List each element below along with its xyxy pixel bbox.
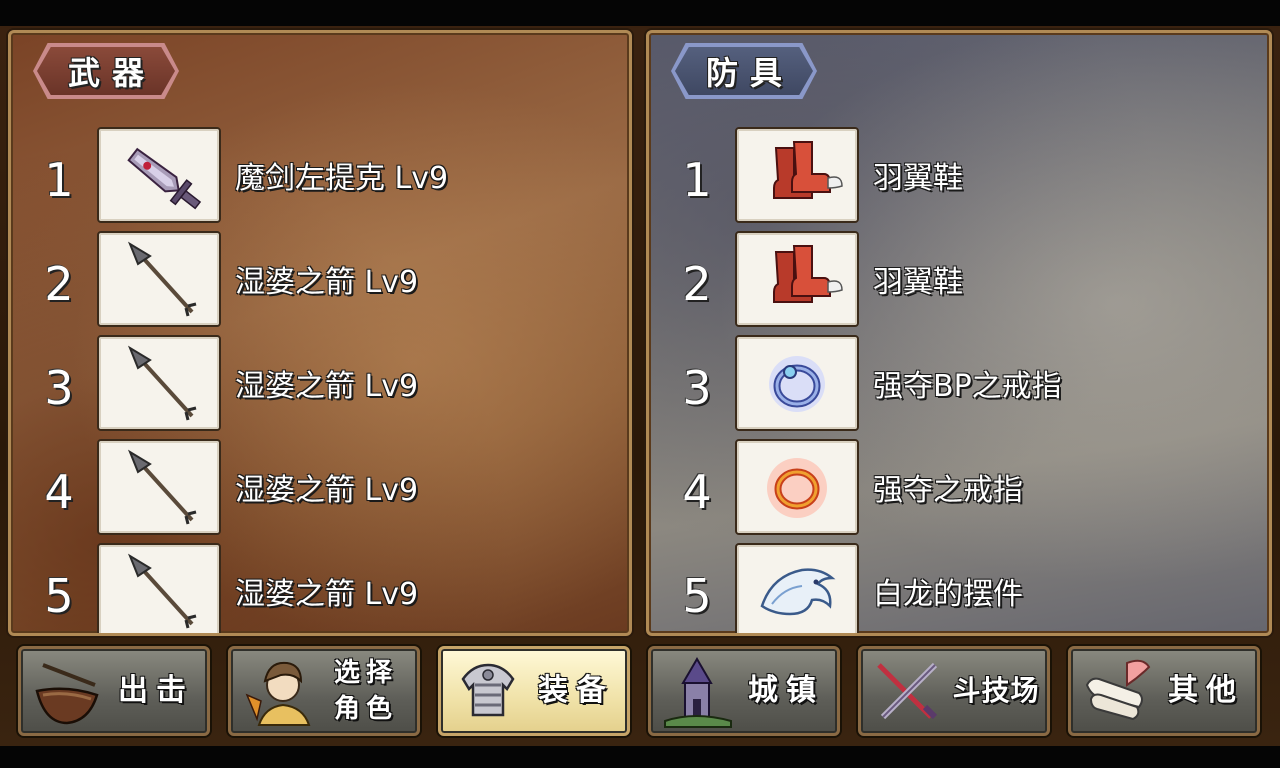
town-castle-icon (659, 655, 737, 729)
nav-town-label: 城镇 (748, 673, 824, 708)
nav-sortie-button[interactable]: 出击 (18, 646, 210, 736)
nav-other-button[interactable]: 其他 (1068, 646, 1260, 736)
weapon-slot-1[interactable]: 1 魔剑左提克 Lv9 (11, 127, 611, 231)
nav-select-character-label: 选择 角色 (317, 649, 415, 733)
weapons-title: 武器 (67, 54, 156, 92)
armor-panel: 防具 1 羽翼鞋 2 羽翼鞋 3 强夺BP之戒指 4 强夺之戒指 5 白龙的摆件 (646, 30, 1272, 636)
white-dragon-icon (735, 543, 859, 633)
armor-name: 羽翼鞋 (873, 265, 963, 300)
nav-arena-button[interactable]: 斗技场 (858, 646, 1050, 736)
nav-other-label: 其他 (1168, 673, 1244, 708)
weapon-name: 魔剑左提克 Lv9 (235, 161, 449, 196)
cursed-sword-icon (97, 127, 221, 223)
armor-slot-5[interactable]: 5 白龙的摆件 (649, 543, 1249, 633)
weapon-slot-5[interactable]: 5 湿婆之箭 Lv9 (11, 543, 611, 633)
arrow-icon (97, 231, 221, 327)
slot-number: 2 (682, 257, 712, 311)
armor-title-plate: 防具 (671, 43, 817, 99)
nav-select-line1: 选择 (333, 658, 398, 688)
nav-arena-label: 斗技场 (952, 674, 1040, 707)
nav-equipment-button[interactable]: 装备 (438, 646, 630, 736)
weapon-slot-3[interactable]: 3 湿婆之箭 Lv9 (11, 335, 611, 439)
armor-name: 强夺之戒指 (873, 473, 1023, 508)
armor-chest-icon (449, 655, 527, 729)
arrow-icon (97, 335, 221, 431)
slot-number: 4 (682, 465, 712, 519)
character-portrait-icon (239, 655, 317, 729)
weapons-title-plate: 武器 (33, 43, 179, 99)
crossed-swords-icon (869, 655, 947, 729)
weapon-name: 湿婆之箭 Lv9 (235, 473, 419, 508)
slot-number: 2 (44, 257, 74, 311)
armor-name: 羽翼鞋 (873, 161, 963, 196)
top-bar (0, 0, 1280, 26)
weapon-name: 湿婆之箭 Lv9 (235, 265, 419, 300)
slot-number: 3 (682, 361, 712, 415)
armor-slot-3[interactable]: 3 强夺BP之戒指 (649, 335, 1249, 439)
nav-select-character-button[interactable]: 选择 角色 (228, 646, 420, 736)
armor-name: 强夺BP之戒指 (873, 369, 1062, 404)
armor-slot-4[interactable]: 4 强夺之戒指 (649, 439, 1249, 543)
armor-slot-2[interactable]: 2 羽翼鞋 (649, 231, 1249, 335)
weapons-panel: 武器 1 魔剑左提克 Lv9 2 湿婆之箭 Lv9 3 湿婆之箭 Lv9 4 湿… (8, 30, 632, 636)
slot-number: 5 (44, 569, 74, 623)
nav-select-line2: 角色 (333, 694, 398, 724)
weapon-slot-4[interactable]: 4 湿婆之箭 Lv9 (11, 439, 611, 543)
winged-boots-icon (735, 231, 859, 327)
weapon-name: 湿婆之箭 Lv9 (235, 577, 419, 612)
orange-ring-icon (735, 439, 859, 535)
armor-name: 白龙的摆件 (873, 577, 1023, 612)
nav-equipment-label: 装备 (538, 673, 614, 708)
armor-slot-1[interactable]: 1 羽翼鞋 (649, 127, 1249, 231)
scroll-quill-icon (1079, 655, 1157, 729)
nav-town-button[interactable]: 城镇 (648, 646, 840, 736)
slot-number: 1 (682, 153, 712, 207)
armor-title: 防具 (705, 54, 794, 92)
arrow-icon (97, 439, 221, 535)
blue-ring-icon (735, 335, 859, 431)
sortie-ship-icon (29, 655, 107, 729)
slot-number: 5 (682, 569, 712, 623)
weapon-name: 湿婆之箭 Lv9 (235, 369, 419, 404)
bottom-bar (0, 746, 1280, 768)
nav-sortie-label: 出击 (118, 673, 194, 708)
arrow-icon (97, 543, 221, 633)
slot-number: 4 (44, 465, 74, 519)
slot-number: 1 (44, 153, 74, 207)
weapon-slot-2[interactable]: 2 湿婆之箭 Lv9 (11, 231, 611, 335)
slot-number: 3 (44, 361, 74, 415)
winged-boots-icon (735, 127, 859, 223)
